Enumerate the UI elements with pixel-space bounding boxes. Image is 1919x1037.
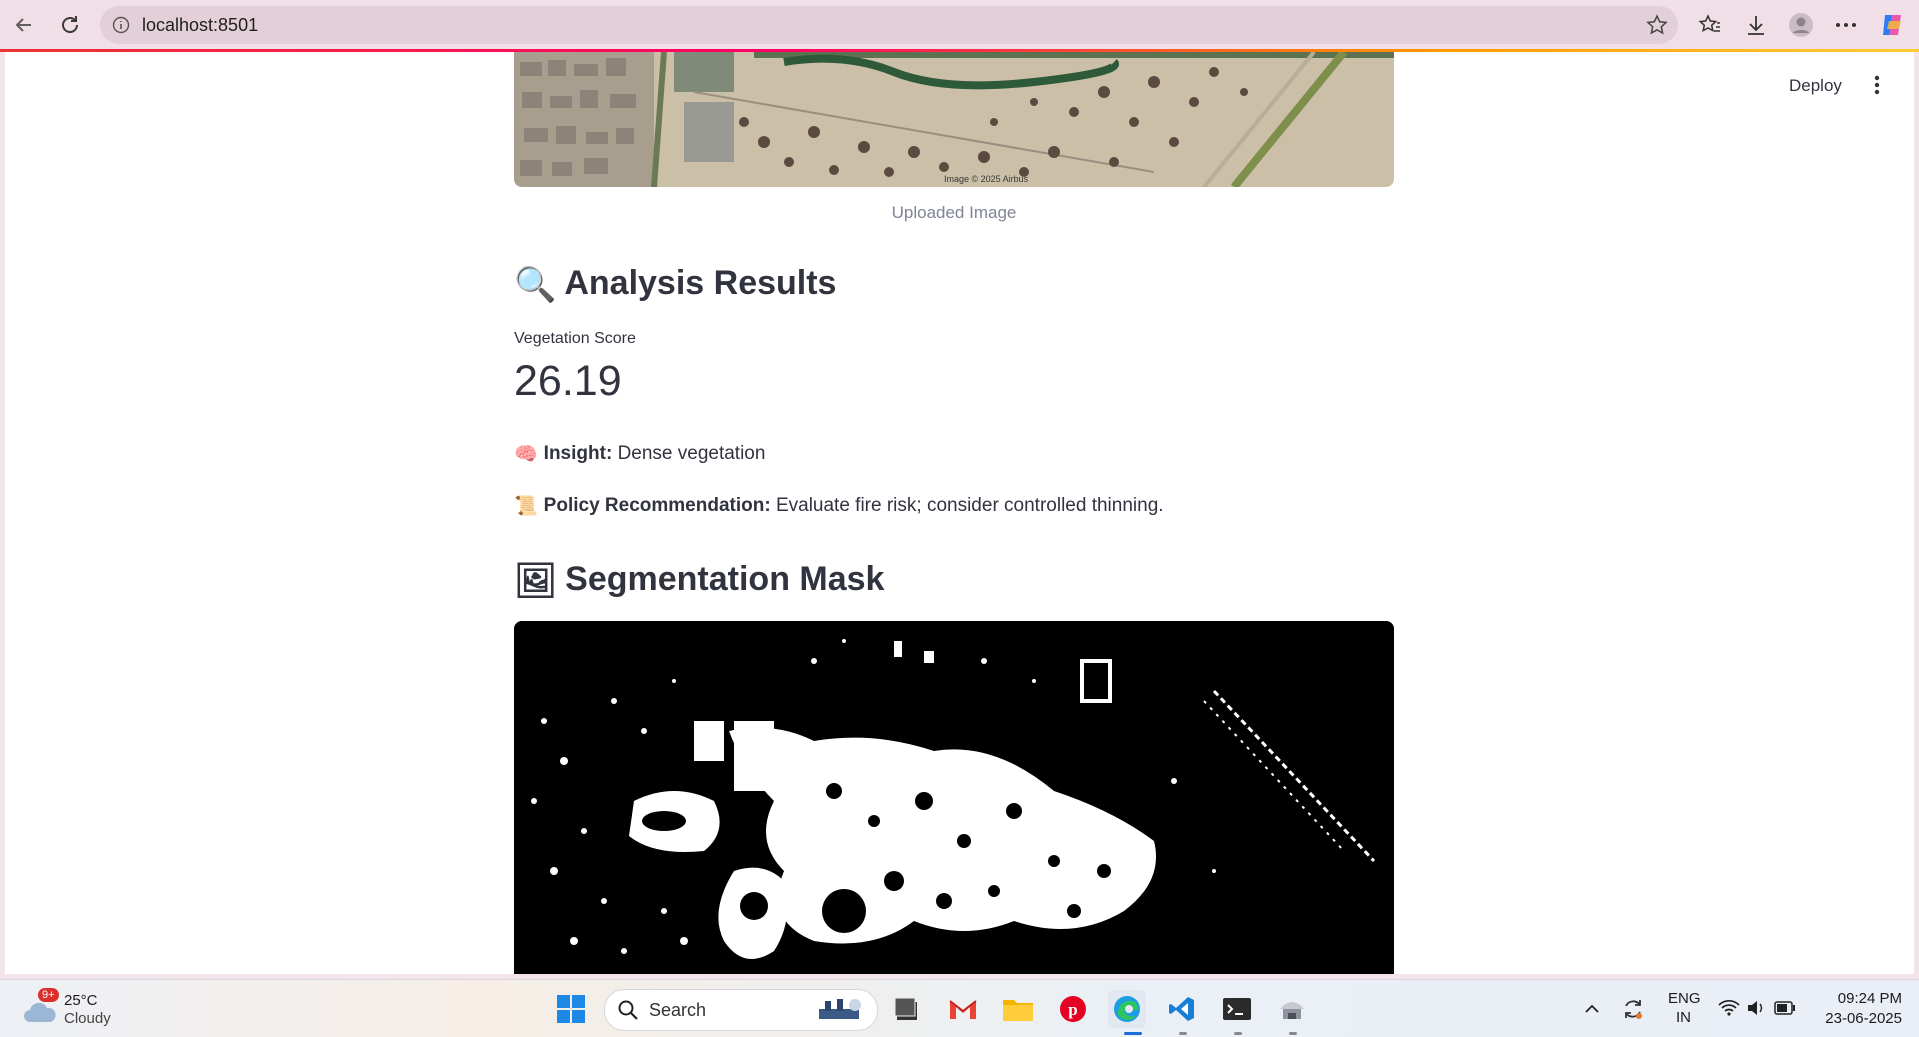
gmail-app[interactable] [944, 990, 982, 1028]
pinterest-icon: p [1060, 996, 1086, 1022]
windows-logo-icon [557, 995, 585, 1023]
app-indicator [1234, 1032, 1242, 1035]
battery-icon [1774, 1001, 1795, 1015]
terminal-app[interactable] [1218, 990, 1256, 1028]
reload-button[interactable] [54, 9, 86, 41]
deploy-button[interactable]: Deploy [1789, 76, 1842, 96]
insight-label: Insight: [543, 443, 613, 465]
weather-temp: 25°C [64, 992, 98, 1009]
satellite-image: Image © 2025 Airbus [514, 52, 1394, 187]
segmentation-heading-text: Segmentation Mask [565, 560, 885, 598]
browser-toolbar: localhost:8501 [0, 0, 1919, 50]
start-button[interactable] [552, 990, 590, 1028]
site-info-icon[interactable] [112, 16, 130, 34]
segmentation-heading: 🖼 Segmentation Mask [514, 560, 884, 601]
search-icon [618, 1000, 638, 1020]
active-app-indicator [1124, 1032, 1142, 1035]
metric-value: 26.19 [514, 357, 622, 405]
metric-label: Vegetation Score [514, 330, 636, 347]
reload-icon [62, 16, 78, 33]
terminal-icon [1223, 998, 1251, 1020]
policy-text: Evaluate fire risk; consider controlled … [775, 495, 1164, 517]
notification-badge: 9+ [38, 988, 59, 1002]
pinterest-app[interactable]: p [1054, 990, 1092, 1028]
vscode-icon [1169, 997, 1194, 1021]
picture-emoji-icon: 🖼 [514, 562, 558, 601]
url-text[interactable]: localhost:8501 [142, 15, 258, 36]
search-label: Search [649, 1000, 707, 1020]
folder-icon [1003, 1000, 1033, 1021]
pinned-app[interactable] [1273, 990, 1311, 1028]
clock-time: 09:24 PM [1837, 990, 1902, 1007]
copilot-icon [1883, 15, 1901, 35]
insight-paragraph: 🧠 Insight: Dense vegetation [514, 442, 765, 466]
app-shortcut-icon [1280, 1002, 1304, 1019]
chevron-up-icon [1585, 1004, 1599, 1013]
app-page: Deploy Image © 2025 Airbus Uploaded Imag… [5, 52, 1914, 974]
settings-menu-button[interactable] [1830, 9, 1862, 41]
back-arrow-icon [15, 18, 31, 32]
policy-paragraph: 📜 Policy Recommendation: Evaluate fire ri… [514, 494, 1164, 518]
image-watermark: Image © 2025 Airbus [944, 174, 1029, 184]
analysis-heading-text: Analysis Results [564, 264, 837, 302]
brain-emoji-icon: 🧠 [514, 444, 538, 465]
search-highlight-icon [819, 999, 861, 1019]
weather-desc: Cloudy [64, 1010, 111, 1027]
taskbar-search[interactable]: Search [604, 989, 878, 1031]
region-code: IN [1676, 1009, 1691, 1026]
language-code: ENG [1668, 990, 1701, 1007]
app-menu-button[interactable] [1867, 72, 1887, 98]
file-explorer-app[interactable] [999, 990, 1037, 1028]
profile-button[interactable] [1785, 9, 1817, 41]
more-dots-icon [1836, 23, 1856, 27]
policy-label: Policy Recommendation: [543, 495, 771, 517]
wifi-icon [1718, 999, 1740, 1016]
weather-widget[interactable]: 9+ 25°C Cloudy [22, 988, 142, 1030]
volume-icon [1748, 1001, 1763, 1015]
downloads-button[interactable] [1740, 9, 1772, 41]
show-hidden-icons-button[interactable] [1573, 990, 1611, 1028]
sync-tray-button[interactable] [1614, 990, 1652, 1028]
vertical-dots-icon [1874, 75, 1880, 95]
insight-text: Dense vegetation [617, 443, 766, 465]
task-view-button[interactable] [888, 990, 926, 1028]
analysis-heading: 🔍 Analysis Results [514, 264, 836, 305]
language-switcher[interactable]: ENG IN [1664, 990, 1702, 1030]
profile-avatar-icon [1789, 13, 1813, 37]
sync-icon [1625, 1000, 1642, 1019]
segmentation-mask-image [514, 621, 1394, 974]
magnifier-emoji-icon: 🔍 [514, 266, 557, 305]
image-caption: Uploaded Image [891, 203, 1017, 222]
edge-browser-app[interactable] [1108, 990, 1146, 1028]
address-bar[interactable]: localhost:8501 [100, 6, 1678, 44]
favorites-list-icon [1698, 14, 1720, 33]
favorite-star-icon[interactable] [1646, 14, 1668, 36]
edge-icon [1114, 996, 1140, 1022]
mask-graphic [514, 621, 1394, 974]
scroll-emoji-icon: 📜 [514, 496, 538, 517]
copilot-button[interactable] [1877, 9, 1909, 41]
clock-date: 23-06-2025 [1825, 1010, 1902, 1027]
download-icon [1748, 16, 1764, 35]
app-indicator [1179, 1032, 1187, 1035]
quick-settings-button[interactable] [1716, 994, 1816, 1024]
gmail-icon [949, 1000, 977, 1019]
task-view-icon [894, 997, 917, 1020]
clock[interactable]: 09:24 PM 23-06-2025 [1812, 988, 1902, 1030]
back-button[interactable] [8, 9, 40, 41]
svg-text:p: p [1068, 1000, 1077, 1019]
taskbar: 9+ 25°C Cloudy Search p ENG IN 09:24 PM … [0, 979, 1919, 1037]
vscode-app[interactable] [1163, 990, 1201, 1028]
uploaded-satellite-image: Image © 2025 Airbus [514, 52, 1394, 187]
app-indicator [1289, 1032, 1297, 1035]
favorites-button[interactable] [1694, 9, 1726, 41]
